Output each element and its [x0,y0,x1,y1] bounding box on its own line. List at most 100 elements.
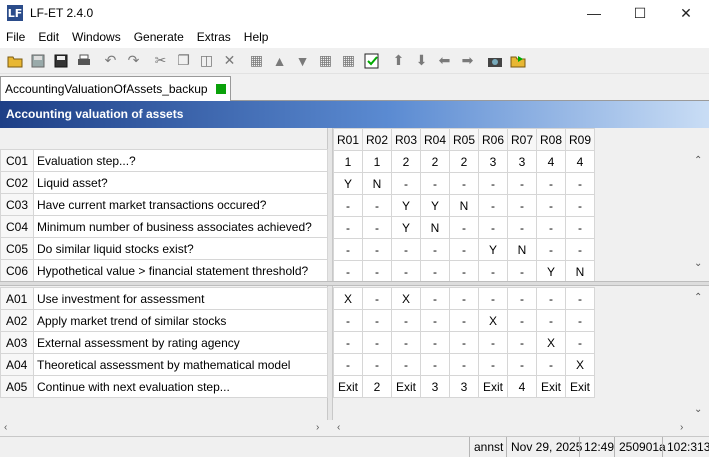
arrow-up-icon[interactable]: ⬆ [387,50,410,72]
rule-cell[interactable]: - [536,238,566,261]
rule-cell[interactable]: Exit [565,375,595,398]
menu-help[interactable]: Help [238,26,276,48]
rule-cell[interactable]: - [420,172,450,195]
row-description[interactable]: Minimum number of business associates ac… [33,215,328,238]
rule-cell[interactable]: 3 [449,375,479,398]
row-description[interactable]: Theoretical assessment by mathematical m… [33,353,328,376]
rule-cell[interactable]: - [362,287,392,310]
rule-cell[interactable]: X [565,353,595,376]
minimize-button[interactable]: — [571,0,617,26]
rule-cell[interactable]: - [478,353,508,376]
rule-cell[interactable]: N [362,172,392,195]
rule-cell[interactable]: 4 [507,375,537,398]
row-description[interactable]: Hypothetical value > financial statement… [33,259,328,282]
save-disk-icon[interactable] [26,50,49,72]
split-icon[interactable]: ▦ [337,50,360,72]
rule-header[interactable]: R03 [391,128,421,151]
rule-cell[interactable]: 2 [391,150,421,173]
rule-header[interactable]: R04 [420,128,450,151]
rule-cell[interactable]: - [333,353,363,376]
scroll-left-icon[interactable]: ‹ [337,422,340,433]
export-icon[interactable] [506,50,529,72]
rule-cell[interactable]: - [420,309,450,332]
rule-header[interactable]: R09 [565,128,595,151]
rule-cell[interactable]: - [391,309,421,332]
undo-icon[interactable]: ↶ [99,50,122,72]
rule-cell[interactable]: - [362,238,392,261]
rule-cell[interactable]: N [565,260,595,283]
rule-cell[interactable]: - [449,331,479,354]
rule-cell[interactable]: - [478,260,508,283]
rule-cell[interactable]: - [420,353,450,376]
redo-icon[interactable]: ↷ [122,50,145,72]
row-description[interactable]: Do similar liquid stocks exist? [33,237,328,260]
print-icon[interactable] [72,50,95,72]
rule-cell[interactable]: - [478,194,508,217]
scroll-left-icon[interactable]: ‹ [4,422,7,433]
rule-header[interactable]: R07 [507,128,537,151]
rule-cell[interactable]: - [478,331,508,354]
rule-cell[interactable]: - [507,172,537,195]
rule-cell[interactable]: - [391,172,421,195]
rule-cell[interactable]: X [333,287,363,310]
arrow-right-icon[interactable]: ➡ [456,50,479,72]
row-description[interactable]: Have current market transactions occured… [33,193,328,216]
rule-cell[interactable]: - [536,309,566,332]
close-button[interactable]: ✕ [663,0,709,26]
rule-cell[interactable]: - [333,309,363,332]
row-description[interactable]: Continue with next evaluation step... [33,375,328,398]
rule-cell[interactable]: - [536,287,566,310]
rule-cell[interactable]: 2 [449,150,479,173]
rule-header[interactable]: R02 [362,128,392,151]
rule-cell[interactable]: - [449,287,479,310]
condition-row[interactable]: C03 Have current market transactions occu… [0,193,328,216]
rule-cell[interactable]: - [507,260,537,283]
action-row[interactable]: A04 Theoretical assessment by mathematica… [0,353,328,376]
condition-row[interactable]: C05 Do similar liquid stocks exist? [0,237,328,260]
rule-cell[interactable]: N [420,216,450,239]
rule-cell[interactable]: - [507,331,537,354]
rule-cell[interactable]: N [507,238,537,261]
menu-file[interactable]: File [0,26,32,48]
rule-cell[interactable]: Y [391,194,421,217]
rule-cell[interactable]: Y [391,216,421,239]
rule-cell[interactable]: 2 [420,150,450,173]
rule-cell[interactable]: - [362,216,392,239]
rule-cell[interactable]: - [507,216,537,239]
rule-cell[interactable]: X [536,331,566,354]
rule-cell[interactable]: - [536,194,566,217]
arrow-down-icon[interactable]: ⬇ [410,50,433,72]
rule-cell[interactable]: - [333,194,363,217]
scroll-right-icon[interactable]: › [316,422,319,433]
scroll-up-icon[interactable]: ⌃ [694,292,702,303]
rule-cell[interactable]: - [333,216,363,239]
rule-cell[interactable]: - [565,309,595,332]
rule-cell[interactable]: - [362,309,392,332]
rule-cell[interactable]: - [449,260,479,283]
rule-cell[interactable]: - [565,194,595,217]
scroll-up-icon[interactable]: ⌃ [694,155,702,166]
rule-cell[interactable]: - [449,238,479,261]
rule-cell[interactable]: - [478,216,508,239]
rule-cell[interactable]: - [507,309,537,332]
rule-cell[interactable]: Y [420,194,450,217]
action-row[interactable]: A05 Continue with next evaluation step... [0,375,328,398]
condition-row[interactable]: C04 Minimum number of business associates… [0,215,328,238]
rule-cell[interactable]: Y [536,260,566,283]
rule-cell[interactable]: - [333,238,363,261]
rule-cell[interactable]: 3 [478,150,508,173]
rule-cell[interactable]: Exit [333,375,363,398]
condition-row[interactable]: C01 Evaluation step...? [0,149,328,172]
rule-cell[interactable]: - [478,172,508,195]
scroll-down-icon[interactable]: ⌄ [694,258,702,269]
rule-cell[interactable]: Y [333,172,363,195]
check-table-icon[interactable] [360,50,383,72]
rule-cell[interactable]: - [362,331,392,354]
rule-cell[interactable]: - [333,260,363,283]
rule-cell[interactable]: Exit [391,375,421,398]
rule-cell[interactable]: - [391,331,421,354]
rule-cell[interactable]: - [565,238,595,261]
cut-icon[interactable]: ✂ [149,50,172,72]
rule-cell[interactable]: 4 [536,150,566,173]
rule-cell[interactable]: - [536,172,566,195]
